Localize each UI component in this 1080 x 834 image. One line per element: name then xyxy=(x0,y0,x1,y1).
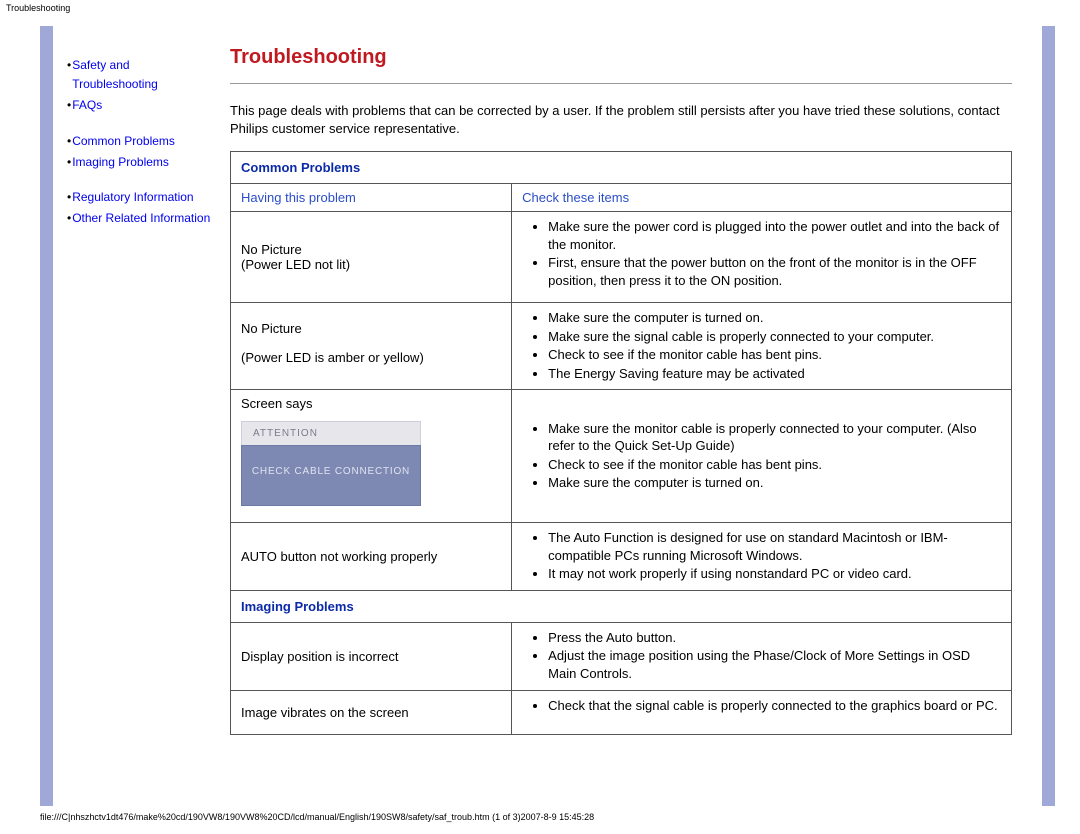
problem-text: Image vibrates on the screen xyxy=(241,705,501,720)
sidebar-link-imaging[interactable]: Imaging Problems xyxy=(72,153,169,172)
sidebar-item-other[interactable]: • Other Related Information xyxy=(67,209,214,228)
check-item: Check that the signal cable is properly … xyxy=(548,697,1001,715)
check-cell: Check that the signal cable is properly … xyxy=(512,690,1012,734)
check-cell: Make sure the monitor cable is properly … xyxy=(512,390,1012,523)
problem-text: (Power LED is amber or yellow) xyxy=(241,350,501,365)
check-item: Make sure the computer is turned on. xyxy=(548,309,1001,327)
section-common: Common Problems xyxy=(231,152,1012,184)
check-item: Make sure the signal cable is properly c… xyxy=(548,328,1001,346)
problem-text: (Power LED not lit) xyxy=(241,257,501,272)
check-item: Adjust the image position using the Phas… xyxy=(548,647,1001,682)
footer-path: file:///C|nhszhctv1dt476/make%20cd/190VW… xyxy=(40,806,1055,822)
sidebar-item-faqs[interactable]: • FAQs xyxy=(67,96,214,115)
table-row: No Picture (Power LED not lit) Make sure… xyxy=(231,212,1012,303)
check-cell: Press the Auto button. Adjust the image … xyxy=(512,622,1012,690)
problem-text: AUTO button not working properly xyxy=(241,549,501,564)
check-item: First, ensure that the power button on t… xyxy=(548,254,1001,289)
page-title: Troubleshooting xyxy=(230,46,1012,69)
header-left: Having this problem xyxy=(231,184,512,212)
check-cell: Make sure the computer is turned on. Mak… xyxy=(512,303,1012,390)
sidebar-link-regulatory[interactable]: Regulatory Information xyxy=(72,188,193,207)
troubleshooting-table: Common Problems Having this problem Chec… xyxy=(230,151,1012,734)
problem-text: Screen says xyxy=(241,396,501,411)
table-row: AUTO button not working properly The Aut… xyxy=(231,523,1012,591)
check-item: Make sure the power cord is plugged into… xyxy=(548,218,1001,253)
check-item: The Auto Function is designed for use on… xyxy=(548,529,1001,564)
problem-text: No Picture xyxy=(241,242,501,257)
section-imaging: Imaging Problems xyxy=(231,590,1012,622)
problem-text: Display position is incorrect xyxy=(241,649,501,664)
section-row-imaging: Imaging Problems xyxy=(231,590,1012,622)
problem-cell: AUTO button not working properly xyxy=(231,523,512,591)
check-item: Press the Auto button. xyxy=(548,629,1001,647)
divider xyxy=(230,83,1012,84)
header-right: Check these items xyxy=(512,184,1012,212)
sidebar-link-common[interactable]: Common Problems xyxy=(72,132,175,151)
attention-label: ATTENTION xyxy=(241,421,421,445)
sidebar-item-safety[interactable]: • Safety and Troubleshooting xyxy=(67,56,214,94)
check-item: Make sure the computer is turned on. xyxy=(548,474,1001,492)
section-row-common: Common Problems xyxy=(231,152,1012,184)
sidebar-item-common[interactable]: • Common Problems xyxy=(67,132,214,151)
attention-body: CHECK CABLE CONNECTION xyxy=(241,445,421,506)
problem-cell: Display position is incorrect xyxy=(231,622,512,690)
check-item: The Energy Saving feature may be activat… xyxy=(548,365,1001,383)
sidebar-item-imaging[interactable]: • Imaging Problems xyxy=(67,153,214,172)
top-label: Troubleshooting xyxy=(0,0,1080,16)
sidebar-link-safety[interactable]: Safety and Troubleshooting xyxy=(72,56,214,94)
sidebar-link-other[interactable]: Other Related Information xyxy=(72,209,210,228)
check-item: Check to see if the monitor cable has be… xyxy=(548,456,1001,474)
problem-cell: No Picture (Power LED not lit) xyxy=(231,212,512,303)
content-frame: • Safety and Troubleshooting • FAQs • Co… xyxy=(40,26,1055,806)
header-row: Having this problem Check these items xyxy=(231,184,1012,212)
problem-text: No Picture xyxy=(241,321,501,336)
table-row: No Picture (Power LED is amber or yellow… xyxy=(231,303,1012,390)
table-row: Display position is incorrect Press the … xyxy=(231,622,1012,690)
page-wrap: • Safety and Troubleshooting • FAQs • Co… xyxy=(0,16,1080,822)
problem-cell: Screen says ATTENTION CHECK CABLE CONNEC… xyxy=(231,390,512,523)
table-row: Screen says ATTENTION CHECK CABLE CONNEC… xyxy=(231,390,1012,523)
check-item: Make sure the monitor cable is properly … xyxy=(548,420,1001,455)
check-cell: The Auto Function is designed for use on… xyxy=(512,523,1012,591)
check-item: It may not work properly if using nonsta… xyxy=(548,565,1001,583)
sidebar-item-regulatory[interactable]: • Regulatory Information xyxy=(67,188,214,207)
check-item: Check to see if the monitor cable has be… xyxy=(548,346,1001,364)
intro-text: This page deals with problems that can b… xyxy=(230,102,1012,137)
check-cell: Make sure the power cord is plugged into… xyxy=(512,212,1012,303)
main-content: Troubleshooting This page deals with pro… xyxy=(220,26,1042,806)
table-row: Image vibrates on the screen Check that … xyxy=(231,690,1012,734)
problem-cell: Image vibrates on the screen xyxy=(231,690,512,734)
attention-box: ATTENTION CHECK CABLE CONNECTION xyxy=(241,421,421,506)
sidebar-link-faqs[interactable]: FAQs xyxy=(72,96,102,115)
problem-cell: No Picture (Power LED is amber or yellow… xyxy=(231,303,512,390)
sidebar: • Safety and Troubleshooting • FAQs • Co… xyxy=(53,26,220,806)
